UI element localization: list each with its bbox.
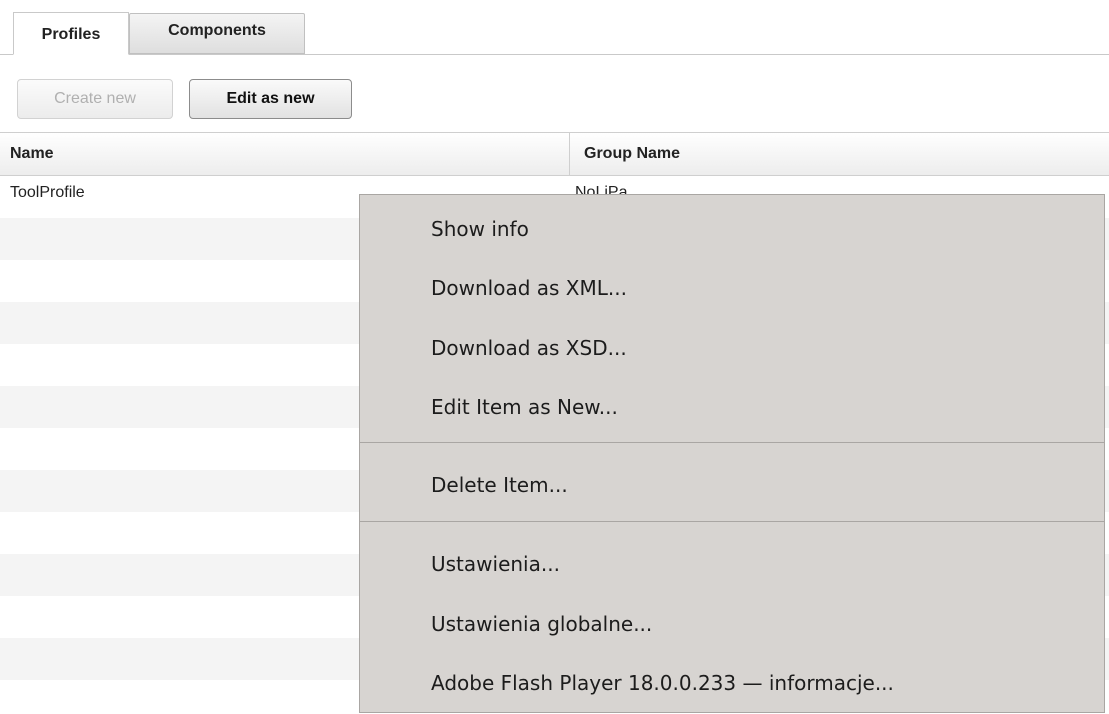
- column-header-group-name[interactable]: Group Name: [570, 133, 1109, 175]
- tab-bar: Profiles Components: [0, 12, 1109, 55]
- menu-item-ustawienia-globalne[interactable]: Ustawienia globalne...: [431, 609, 652, 639]
- menu-item-edit-item-as-new[interactable]: Edit Item as New...: [431, 392, 618, 422]
- table-header: Name Group Name: [0, 132, 1109, 176]
- menu-item-download-xsd[interactable]: Download as XSD...: [431, 333, 627, 363]
- column-header-name-label: Name: [10, 145, 54, 162]
- tab-components-label: Components: [168, 21, 266, 39]
- create-new-label: Create new: [54, 90, 136, 107]
- menu-item-show-info[interactable]: Show info: [431, 214, 529, 244]
- menu-item-ustawienia[interactable]: Ustawienia...: [431, 549, 560, 579]
- edit-as-new-button[interactable]: Edit as new: [189, 79, 352, 119]
- menu-item-delete-item[interactable]: Delete Item...: [431, 470, 568, 500]
- create-new-button[interactable]: Create new: [17, 79, 173, 119]
- column-header-group-name-label: Group Name: [584, 145, 681, 162]
- page: Profiles Components Create new Edit as n…: [0, 0, 1109, 714]
- context-menu: Show info Download as XML... Download as…: [359, 194, 1105, 713]
- column-header-name[interactable]: Name: [0, 133, 570, 175]
- tab-components[interactable]: Components: [129, 13, 305, 54]
- tab-profiles-label: Profiles: [41, 25, 101, 43]
- tab-profiles[interactable]: Profiles: [13, 12, 129, 55]
- menu-item-flash-player-info[interactable]: Adobe Flash Player 18.0.0.233 — informac…: [431, 668, 894, 698]
- edit-as-new-label: Edit as new: [226, 90, 315, 107]
- menu-item-download-xml[interactable]: Download as XML...: [431, 273, 627, 303]
- menu-separator: [360, 442, 1104, 443]
- menu-separator: [360, 521, 1104, 522]
